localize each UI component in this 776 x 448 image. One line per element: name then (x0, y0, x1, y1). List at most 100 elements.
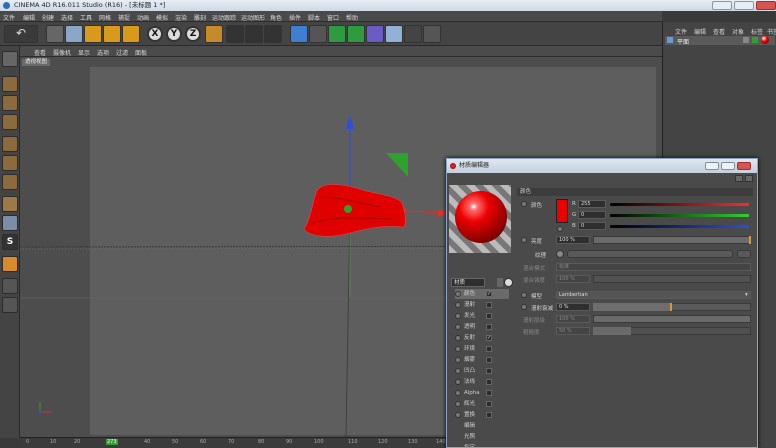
y-axis-lock-button[interactable]: Y (166, 26, 182, 42)
viewport-menu-filter[interactable]: 过滤 (116, 48, 128, 57)
minimize-button[interactable] (712, 1, 732, 10)
roughness-field[interactable]: 50 % (556, 327, 590, 335)
r-slider[interactable] (610, 203, 749, 206)
visibility-icon[interactable] (743, 37, 749, 43)
g-value-field[interactable]: 0 (578, 211, 606, 219)
light-icon[interactable] (423, 25, 441, 43)
menu-select[interactable]: 选择 (61, 13, 73, 22)
channel-color[interactable]: 颜色 ✓ (455, 289, 509, 299)
mix-mode-select[interactable]: 标准 (556, 263, 751, 271)
object-row-plane[interactable]: 平面 (665, 36, 775, 46)
grid-icon[interactable] (2, 278, 18, 294)
tweak-mode-icon[interactable] (2, 215, 18, 231)
me-pin-icon[interactable] (745, 175, 753, 182)
assign-item[interactable]: 指定 (455, 443, 509, 447)
menu-simulate[interactable]: 模拟 (156, 13, 168, 22)
om-menu-file[interactable]: 文件 (675, 27, 687, 36)
z-axis-lock-button[interactable]: Z (185, 26, 201, 42)
layer-icon[interactable] (2, 297, 18, 313)
me-close-button[interactable] (737, 162, 751, 170)
g-slider[interactable] (610, 214, 749, 217)
maximize-button[interactable] (734, 1, 754, 10)
om-menu-edit[interactable]: 编辑 (694, 27, 706, 36)
channel-checkbox[interactable] (486, 412, 492, 418)
x-axis-lock-button[interactable]: X (147, 26, 163, 42)
magnet-icon[interactable] (2, 256, 18, 272)
channel-checkbox[interactable] (486, 324, 492, 330)
model-anim-dot-icon[interactable] (521, 292, 527, 298)
material-name-field[interactable]: 材质 (451, 278, 485, 287)
me-maximize-button[interactable] (721, 162, 735, 170)
channel-reflectance[interactable]: 反射 ✓ (455, 333, 509, 343)
model-select[interactable]: Lambertian (556, 291, 751, 299)
color-swatch[interactable] (556, 199, 568, 223)
move-tool-icon[interactable] (65, 25, 83, 43)
snap-icon[interactable]: S (2, 234, 18, 250)
menu-mograph[interactable]: 运动图形 (241, 13, 265, 22)
channel-checkbox[interactable]: ✓ (486, 291, 492, 297)
channel-checkbox[interactable] (486, 357, 492, 363)
channel-checkbox[interactable] (486, 302, 492, 308)
channel-normal[interactable]: 法线 (455, 377, 509, 387)
diffuse-falloff-handle[interactable] (670, 303, 672, 311)
diffuse-level-slider[interactable] (593, 315, 751, 323)
texture-mode-icon[interactable] (2, 95, 18, 111)
channel-checkbox[interactable]: ✓ (486, 335, 492, 341)
undo-icon[interactable]: ↶ (4, 25, 38, 43)
brightness-anim-dot-icon[interactable] (521, 237, 527, 243)
axis-mode-icon[interactable] (2, 196, 18, 212)
render-view-icon[interactable] (226, 25, 244, 43)
channel-checkbox[interactable] (486, 379, 492, 385)
floor-scene-icon[interactable] (385, 25, 403, 43)
viewport-menu-cameras[interactable]: 摄像机 (53, 48, 71, 57)
points-mode-icon[interactable] (2, 136, 18, 152)
polygons-mode-icon[interactable] (2, 174, 18, 190)
red-cloth-object[interactable] (303, 184, 406, 237)
channel-transparency[interactable]: 透明 (455, 322, 509, 332)
z-axis-arrow[interactable] (346, 115, 354, 129)
spline-pen-icon[interactable] (309, 25, 327, 43)
menu-render[interactable]: 渲染 (175, 13, 187, 22)
menu-motion-tracking[interactable]: 运动跟踪 (212, 13, 236, 22)
om-menu-tags[interactable]: 标签 (751, 27, 763, 36)
scale-tool-icon[interactable] (84, 25, 102, 43)
enabled-check-icon[interactable] (752, 37, 758, 43)
om-menu-objects[interactable]: 对象 (732, 27, 744, 36)
channel-checkbox[interactable] (486, 401, 492, 407)
viewport-menu-panel[interactable]: 面板 (135, 48, 147, 57)
menu-plugins[interactable]: 插件 (289, 13, 301, 22)
cube-primitive-icon[interactable] (290, 25, 308, 43)
color-anim-dot-icon[interactable] (521, 201, 527, 207)
menu-file[interactable]: 文件 (3, 13, 15, 22)
channel-fog[interactable]: 烟雾 (455, 355, 509, 365)
menu-edit[interactable]: 编辑 (23, 13, 35, 22)
material-preview[interactable] (449, 185, 511, 253)
channel-environment[interactable]: 环境 (455, 344, 509, 354)
channel-checkbox[interactable] (486, 346, 492, 352)
close-button[interactable] (756, 1, 776, 10)
preview-options-arrow-icon[interactable] (497, 278, 503, 287)
model-dropdown-chevron-icon[interactable]: ▾ (745, 292, 748, 298)
material-editor-title-bar[interactable]: 材质编辑器 (447, 159, 757, 173)
menu-window[interactable]: 窗口 (327, 13, 339, 22)
texture-browse-button[interactable] (737, 250, 751, 258)
menu-help[interactable]: 帮助 (346, 13, 358, 22)
menu-character[interactable]: 角色 (270, 13, 282, 22)
b-value-field[interactable]: 0 (578, 222, 606, 230)
camera-icon[interactable] (404, 25, 422, 43)
live-select-icon[interactable] (46, 25, 64, 43)
channel-displacement[interactable]: 置换 (455, 410, 509, 420)
me-minimize-button[interactable] (705, 162, 719, 170)
diffuse-level-field[interactable]: 100 % (556, 315, 590, 323)
viewport-menu-options[interactable]: 选项 (97, 48, 109, 57)
viewport-menu-view[interactable]: 查看 (34, 48, 46, 57)
mix-strength-field[interactable]: 100 % (556, 275, 590, 283)
current-frame-marker[interactable]: 273 (106, 439, 118, 445)
diffuse-falloff-anim-dot-icon[interactable] (521, 304, 527, 310)
diffuse-falloff-field[interactable]: 0 % (556, 303, 590, 311)
preview-settings-icon[interactable] (504, 278, 513, 287)
channel-bump[interactable]: 凹凸 (455, 366, 509, 376)
brightness-field[interactable]: 100 % (556, 236, 590, 244)
brightness-slider[interactable] (593, 236, 751, 244)
menu-script[interactable]: 脚本 (308, 13, 320, 22)
